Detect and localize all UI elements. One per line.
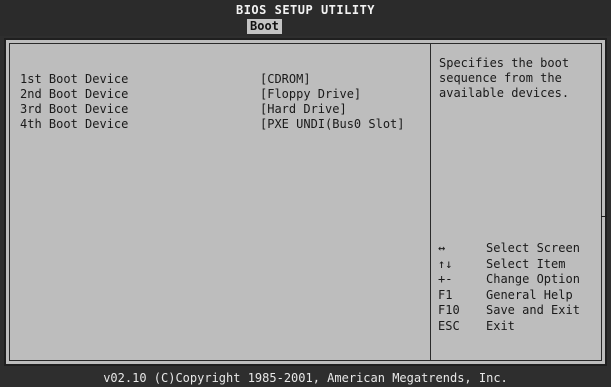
- left-right-arrow-icon: ↔: [438, 241, 446, 255]
- boot-device-value[interactable]: [CDROM]: [260, 72, 311, 87]
- key-description: Save and Exit: [486, 303, 580, 317]
- key-name: F10: [438, 303, 460, 317]
- main-panel: 1st Boot Device [CDROM] 2nd Boot Device …: [4, 38, 607, 366]
- key-description: Exit: [486, 318, 515, 333]
- tab-boot[interactable]: Boot: [247, 19, 282, 34]
- key-description: Select Screen: [486, 241, 580, 255]
- boot-device-label: 3rd Boot Device: [20, 102, 129, 116]
- up-down-arrow-icon: ↑↓: [438, 256, 453, 271]
- panel-frame: 1st Boot Device [CDROM] 2nd Boot Device …: [9, 43, 602, 361]
- bios-header: BIOS SETUP UTILITY Boot: [0, 0, 611, 36]
- key-name: ESC: [438, 318, 460, 333]
- boot-device-label: 4th Boot Device: [20, 117, 129, 131]
- scroll-marker: [601, 216, 607, 217]
- boot-settings-panel: 1st Boot Device [CDROM] 2nd Boot Device …: [10, 44, 430, 360]
- boot-device-value[interactable]: [Floppy Drive]: [260, 87, 361, 102]
- help-text: Specifies the boot sequence from the ava…: [439, 56, 570, 100]
- panel-divider: [430, 44, 431, 360]
- key-description: Select Item: [486, 256, 566, 271]
- key-name: F1: [438, 287, 453, 302]
- app-title: BIOS SETUP UTILITY: [235, 3, 376, 17]
- boot-device-label: 2nd Boot Device: [20, 87, 129, 101]
- copyright-footer: v02.10 (C)Copyright 1985-2001, American …: [103, 371, 508, 385]
- boot-device-value[interactable]: [PXE UNDI(Bus0 Slot]: [260, 117, 405, 132]
- key-description: General Help: [486, 287, 573, 302]
- key-description: Change Option: [486, 272, 580, 286]
- boot-device-label: 1st Boot Device: [20, 72, 129, 86]
- plus-minus-icon: +-: [438, 272, 453, 286]
- boot-device-value[interactable]: [Hard Drive]: [260, 102, 347, 117]
